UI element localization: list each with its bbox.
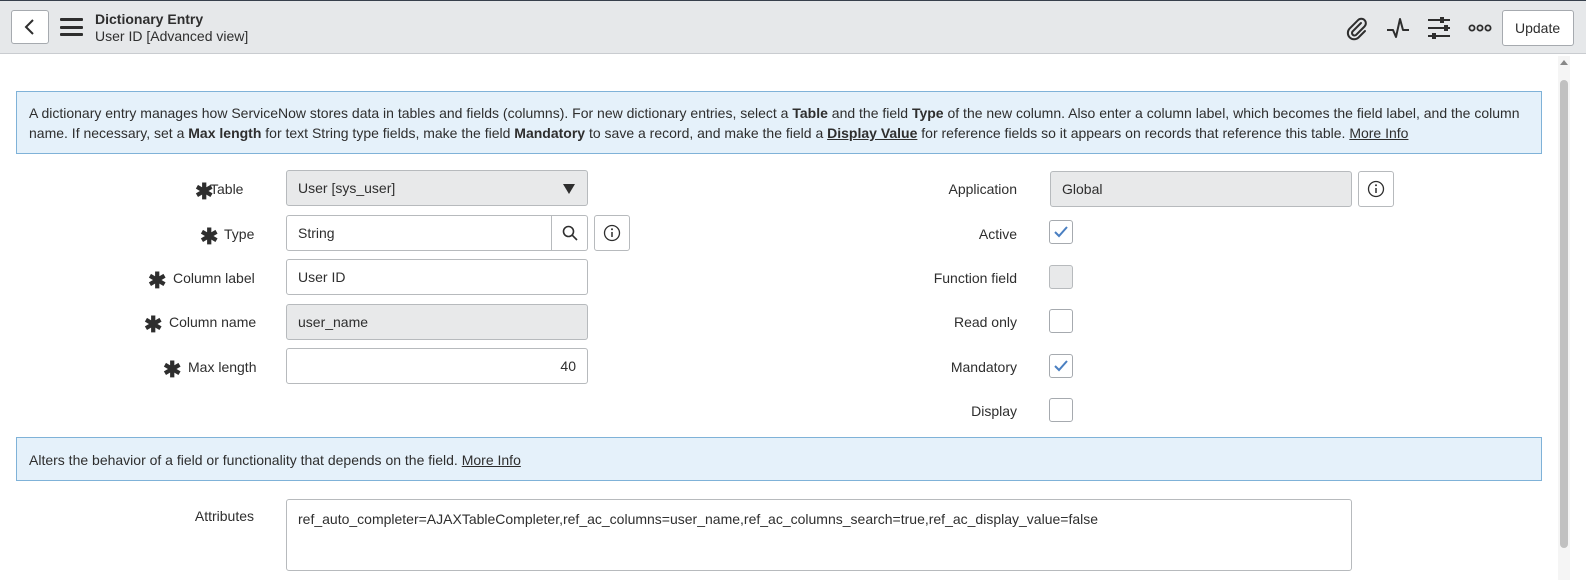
checkmark-icon — [1054, 360, 1068, 372]
attributes-label: Attributes — [194, 508, 254, 524]
application-info-button[interactable] — [1358, 171, 1394, 207]
attributes-textarea[interactable]: ref_auto_completer=AJAXTableCompleter,re… — [286, 499, 1352, 571]
info-bold-max-length: Max length — [188, 125, 262, 141]
required-icon: ✱ — [163, 357, 182, 382]
info-text: to save a record, and make the field a — [585, 125, 828, 141]
mandatory-checkbox[interactable] — [1049, 354, 1073, 378]
required-icon: ✱ — [148, 268, 167, 293]
column-label-value: User ID — [298, 269, 346, 285]
info-text: for reference fields so it appears on re… — [917, 125, 1350, 141]
required-icon: ✱ — [144, 312, 163, 337]
type-info-button[interactable] — [594, 215, 630, 251]
max-length-label: Max length — [188, 359, 257, 375]
read-only-label: Read only — [953, 314, 1017, 330]
search-icon — [562, 225, 578, 241]
read-only-checkbox[interactable] — [1049, 309, 1073, 333]
dictionary-info-message: A dictionary entry manages how ServiceNo… — [16, 91, 1542, 154]
info-text: for text String type fields, make the fi… — [261, 125, 515, 141]
page-title: Dictionary Entry — [95, 11, 204, 27]
page-subtitle: User ID [Advanced view] — [95, 28, 249, 44]
info-bold-mandatory: Mandatory — [514, 125, 586, 141]
scrollbar-thumb[interactable] — [1560, 80, 1568, 548]
scrollbar[interactable] — [1558, 56, 1570, 580]
type-field[interactable]: String — [286, 215, 552, 251]
mandatory-label: Mandatory — [950, 359, 1017, 375]
more-info-link[interactable]: More Info — [1349, 125, 1408, 141]
info-icon — [1367, 180, 1385, 198]
type-lookup-button[interactable] — [552, 215, 588, 251]
sliders-icon[interactable] — [1425, 14, 1453, 42]
column-label-label: Column label — [173, 270, 255, 286]
caret-down-icon — [563, 184, 575, 194]
info-bold-table: Table — [792, 105, 828, 121]
column-name-input[interactable]: user_name — [286, 304, 588, 340]
application-value: Global — [1062, 181, 1103, 197]
info-text: and the field — [827, 105, 912, 121]
application-field[interactable]: Global — [1050, 171, 1352, 207]
form-header: Dictionary Entry User ID [Advanced view]… — [0, 0, 1586, 54]
function-field-label: Function field — [933, 270, 1017, 286]
max-length-input[interactable]: 40 — [286, 348, 588, 384]
more-icon[interactable] — [1466, 14, 1494, 42]
active-checkbox[interactable] — [1049, 220, 1073, 244]
info-text: Alters the behavior of a field or functi… — [29, 452, 462, 468]
paperclip-icon[interactable] — [1342, 14, 1370, 42]
table-select-value: User [sys_user] — [298, 180, 396, 196]
activity-icon[interactable] — [1384, 14, 1412, 42]
active-label: Active — [978, 226, 1017, 242]
column-label-input[interactable]: User ID — [286, 259, 588, 295]
info-icon — [603, 224, 621, 242]
display-value-link[interactable]: Display Value — [827, 125, 917, 141]
more-info-link[interactable]: More Info — [462, 452, 521, 468]
attributes-value: ref_auto_completer=AJAXTableCompleter,re… — [298, 511, 1099, 527]
display-label: Display — [971, 403, 1017, 419]
function-field-checkbox[interactable] — [1049, 265, 1073, 289]
chevron-left-icon — [24, 19, 34, 35]
table-select[interactable]: User [sys_user] — [286, 170, 588, 206]
info-text: A dictionary entry manages how ServiceNo… — [29, 105, 793, 121]
max-length-value: 40 — [560, 358, 576, 374]
info-bold-type: Type — [911, 105, 944, 121]
required-icon: ✱ — [200, 224, 219, 249]
scroll-up-icon[interactable] — [1560, 60, 1568, 65]
attributes-info-message: Alters the behavior of a field or functi… — [16, 437, 1542, 481]
application-label: Application — [948, 181, 1018, 197]
type-field-value: String — [298, 225, 335, 241]
hamburger-menu-icon[interactable] — [60, 18, 83, 36]
type-label: Type — [224, 226, 255, 242]
table-label: Table — [210, 181, 244, 197]
checkmark-icon — [1054, 226, 1068, 238]
display-checkbox[interactable] — [1049, 398, 1073, 422]
column-name-value: user_name — [298, 314, 369, 330]
back-button[interactable] — [11, 10, 49, 44]
column-name-label: Column name — [169, 314, 257, 330]
update-button[interactable]: Update — [1502, 10, 1574, 46]
